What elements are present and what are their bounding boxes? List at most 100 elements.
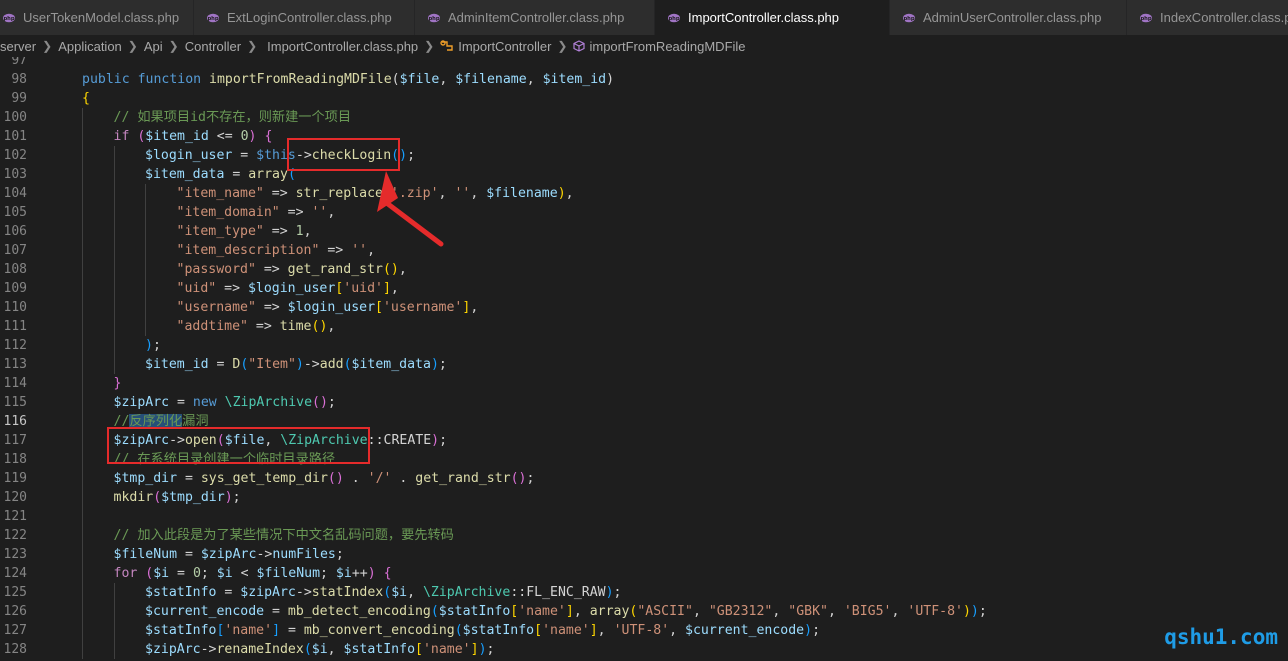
line-number: 97: [11, 57, 27, 68]
code-token: (: [153, 490, 162, 505]
code-token: =>: [247, 319, 280, 334]
code-line[interactable]: 102 $login_user = $this->checkLogin();: [0, 146, 1288, 165]
code-token: =>: [263, 186, 296, 201]
line-number: 125: [3, 585, 27, 600]
code-token: {: [383, 566, 392, 581]
breadcrumb-item-2[interactable]: Api: [144, 39, 163, 54]
chevron-right-icon: ❯: [168, 39, 179, 53]
code-line[interactable]: 104 "item_name" => str_replace('.zip', ''…: [0, 184, 1288, 203]
chevron-right-icon: ❯: [557, 39, 568, 53]
code-token: // 如果项目id不存在，则新建一个项目: [113, 110, 352, 125]
code-line[interactable]: 108 "password" => get_rand_str(),: [0, 260, 1288, 279]
code-line[interactable]: 99 {: [0, 89, 1288, 108]
code-line[interactable]: 114}: [0, 374, 1288, 393]
code-line[interactable]: 106 "item_type" => 1,: [0, 222, 1288, 241]
code-token: ;: [232, 490, 241, 505]
code-line[interactable]: 103 $item_data = array(: [0, 165, 1288, 184]
code-line[interactable]: 105 "item_domain" => '',: [0, 203, 1288, 222]
code-token: public: [82, 72, 138, 87]
line-number: 110: [3, 300, 27, 315]
code-token: ;: [526, 471, 535, 486]
code-token: ): [970, 604, 979, 619]
code-token: \ZipArchive: [224, 395, 313, 410]
code-line[interactable]: 119 $tmp_dir = sys_get_temp_dir() . '/' .…: [0, 469, 1288, 488]
breadcrumb-item-3[interactable]: Controller: [185, 39, 241, 54]
code-token: $statInfo: [462, 623, 535, 638]
code-token: $statInfo: [145, 623, 217, 638]
breadcrumb-item-4[interactable]: phpImportController.class.php: [263, 39, 418, 54]
code-line[interactable]: 121: [0, 507, 1288, 526]
code-token: '': [311, 205, 328, 220]
code-token: $item_data: [351, 357, 431, 372]
code-line[interactable]: 115 $zipArc = new \ZipArchive();: [0, 393, 1288, 412]
tab-label: ExtLoginController.class.php: [227, 10, 392, 25]
breadcrumb-item-1[interactable]: Application: [58, 39, 122, 54]
code-token: =>: [319, 243, 352, 258]
code-token: ): [430, 357, 439, 372]
code-token: array: [248, 167, 288, 182]
code-token: =: [177, 471, 201, 486]
code-line[interactable]: 127 $statInfo['name'] = mb_convert_encodi…: [0, 621, 1288, 640]
code-text: if ($item_id <= 0) {: [114, 127, 273, 146]
code-text: mkdir($tmp_dir);: [114, 488, 241, 507]
code-line[interactable]: 97: [0, 57, 1288, 70]
code-line[interactable]: 110 "username" => $login_user['username']…: [0, 298, 1288, 317]
code-editor[interactable]: 97 98 public function importFromReadingMDF…: [0, 57, 1288, 661]
code-token: "item_type": [176, 224, 264, 239]
code-line[interactable]: 112);: [0, 336, 1288, 355]
code-token: ,: [327, 642, 344, 657]
code-token: str_replace: [295, 186, 383, 201]
breadcrumb-item-0[interactable]: server: [0, 39, 36, 54]
code-token: ,: [827, 604, 844, 619]
code-token: new: [192, 395, 225, 410]
code-token: '.zip': [390, 186, 439, 201]
code-token: $item_id: [542, 72, 607, 87]
code-token: ;: [327, 395, 336, 410]
code-token: add: [319, 357, 344, 372]
code-token: }: [113, 376, 122, 391]
code-line[interactable]: 124 for ($i = 0; $i < $fileNum; $i++) {: [0, 564, 1288, 583]
code-token: mb_convert_encoding: [303, 623, 455, 638]
php-file-icon: php: [2, 13, 23, 23]
code-line[interactable]: 101 if ($item_id <= 0) {: [0, 127, 1288, 146]
tab-4[interactable]: php AdminUserController.class.php: [890, 0, 1127, 35]
line-number: 114: [3, 376, 27, 391]
tab-1[interactable]: php ExtLoginController.class.php: [194, 0, 415, 35]
code-token: (: [312, 395, 320, 410]
code-line[interactable]: 120 mkdir($tmp_dir);: [0, 488, 1288, 507]
breadcrumb-item-6[interactable]: importFromReadingMDFile: [573, 39, 746, 54]
code-token: ]: [470, 642, 479, 657]
code-token: =>: [255, 262, 288, 277]
code-token: (: [510, 471, 519, 486]
tab-0[interactable]: php UserTokenModel.class.php: [0, 0, 194, 35]
code-token: ): [478, 642, 487, 657]
code-line[interactable]: 109 "uid" => $login_user['uid'],: [0, 279, 1288, 298]
code-token: sys_get_temp_dir: [200, 471, 328, 486]
code-token: function: [137, 72, 210, 87]
code-token: $i: [216, 566, 233, 581]
svg-text:php: php: [207, 16, 218, 22]
code-text: $item_id = D("Item")->add($item_data);: [145, 355, 447, 374]
breadcrumb-item-5[interactable]: ImportController: [440, 39, 551, 54]
code-line[interactable]: 107 "item_description" => '',: [0, 241, 1288, 260]
code-token: $file: [399, 72, 440, 87]
code-token: $item_data: [145, 167, 225, 182]
code-text: {: [82, 89, 90, 108]
code-line[interactable]: 113 $item_id = D("Item")->add($item_data)…: [0, 355, 1288, 374]
tab-5[interactable]: php IndexController.class.php: [1127, 0, 1288, 35]
tab-2[interactable]: php AdminItemController.class.php: [415, 0, 655, 35]
code-token: $zipArc: [240, 585, 296, 600]
code-line[interactable]: 122 // 加入此段是为了某些情况下中文名乱码问题，要先转码: [0, 526, 1288, 545]
code-line[interactable]: 98 public function importFromReadingMDFil…: [0, 70, 1288, 89]
code-line[interactable]: 100 // 如果项目id不存在，则新建一个项目: [0, 108, 1288, 127]
tab-3[interactable]: php ImportController.class.php: [655, 0, 890, 35]
code-line[interactable]: 126 $current_encode = mb_detect_encoding(…: [0, 602, 1288, 621]
code-text: }: [114, 374, 122, 393]
php-file-icon: php: [206, 13, 227, 23]
code-line[interactable]: 125 $statInfo = $zipArc->statIndex($i, \Z…: [0, 583, 1288, 602]
code-token: 'uid': [343, 281, 383, 296]
code-token: 'name': [422, 642, 471, 657]
code-line[interactable]: 123 $fileNum = $zipArc->numFiles;: [0, 545, 1288, 564]
code-line[interactable]: 111 "addtime" => time(),: [0, 317, 1288, 336]
code-line[interactable]: 128 $zipArc->renameIndex($i, $statInfo['n…: [0, 640, 1288, 659]
